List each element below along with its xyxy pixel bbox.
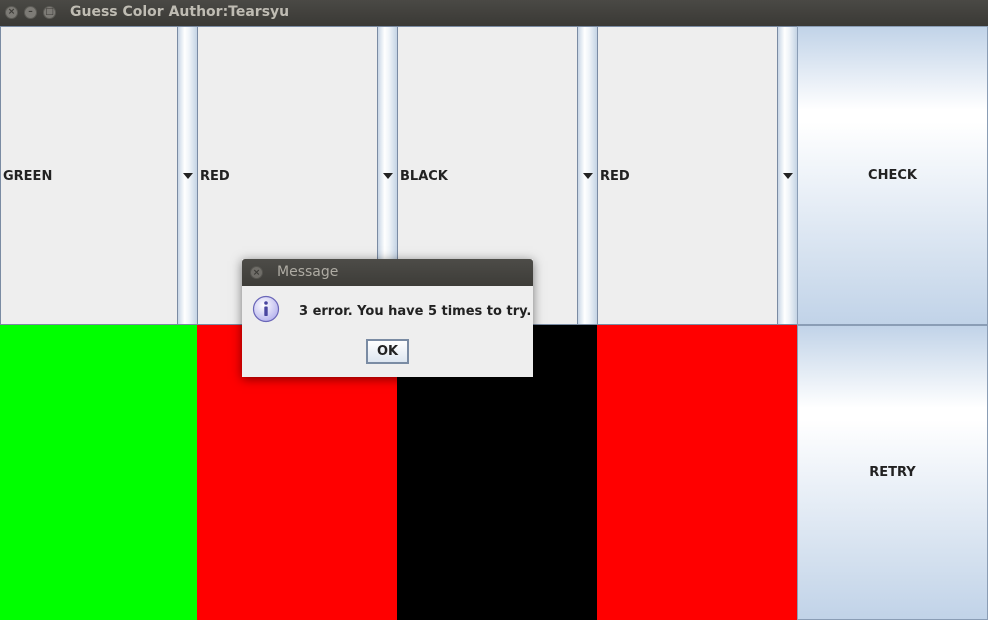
message-dialog: × Message 3 error. You have 5 times to t…: [242, 259, 533, 377]
chevron-down-icon: [783, 173, 793, 179]
dropdown-button[interactable]: [777, 26, 798, 325]
ok-button[interactable]: OK: [366, 339, 409, 364]
check-button[interactable]: CHECK: [797, 26, 988, 325]
window-title: Guess Color Author:Tearsyu: [70, 4, 290, 20]
dialog-title: Message: [277, 264, 339, 280]
info-icon: [252, 295, 280, 323]
dialog-message: 3 error. You have 5 times to try.: [299, 304, 532, 319]
color-select-1[interactable]: GREEN: [0, 26, 198, 325]
close-icon: ×: [252, 267, 261, 278]
window-minimize-button[interactable]: –: [24, 6, 37, 19]
window-close-button[interactable]: ×: [5, 6, 18, 19]
dropdown-button[interactable]: [177, 26, 198, 325]
dialog-titlebar: × Message: [242, 259, 533, 286]
color-select-4[interactable]: RED: [597, 26, 798, 325]
dropdown-button[interactable]: [577, 26, 598, 325]
color-select-value: GREEN: [3, 169, 53, 184]
chevron-down-icon: [183, 173, 193, 179]
dialog-close-button[interactable]: ×: [250, 266, 263, 279]
color-swatch-1: [0, 325, 197, 620]
chevron-down-icon: [383, 173, 393, 179]
window-maximize-button[interactable]: □: [43, 6, 56, 19]
maximize-icon: □: [45, 7, 54, 17]
close-icon: ×: [7, 7, 16, 17]
minimize-icon: –: [28, 7, 33, 17]
chevron-down-icon: [583, 173, 593, 179]
color-swatch-4: [597, 325, 797, 620]
color-select-value: BLACK: [400, 169, 448, 184]
window-titlebar: × – □ Guess Color Author:Tearsyu: [0, 0, 988, 26]
retry-button[interactable]: RETRY: [797, 325, 988, 620]
color-select-value: RED: [200, 169, 230, 184]
color-select-value: RED: [600, 169, 630, 184]
